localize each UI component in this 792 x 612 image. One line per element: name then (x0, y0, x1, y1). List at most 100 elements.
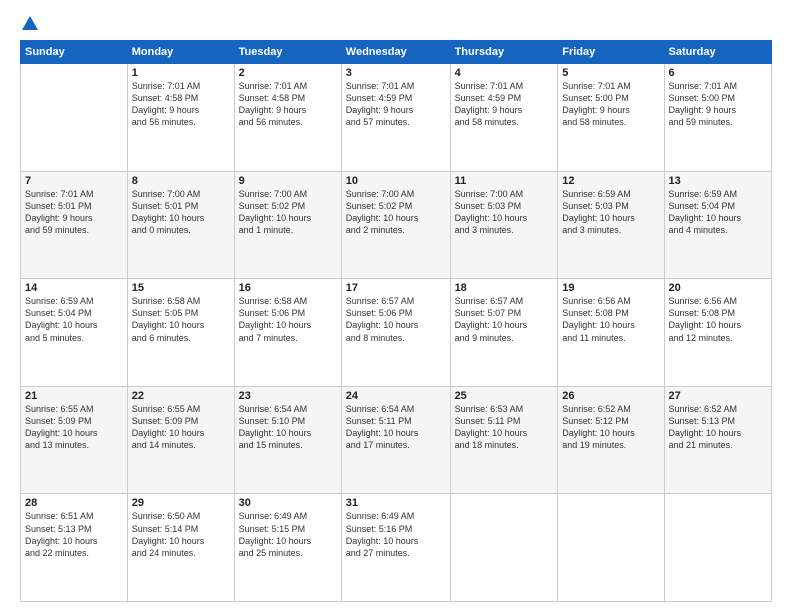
day-number: 14 (25, 282, 123, 294)
calendar-cell: 16Sunrise: 6:58 AMSunset: 5:06 PMDayligh… (234, 279, 341, 387)
calendar-cell: 4Sunrise: 7:01 AMSunset: 4:59 PMDaylight… (450, 64, 558, 172)
calendar-cell: 6Sunrise: 7:01 AMSunset: 5:00 PMDaylight… (664, 64, 771, 172)
calendar-cell: 19Sunrise: 6:56 AMSunset: 5:08 PMDayligh… (558, 279, 664, 387)
day-info: Sunrise: 6:51 AMSunset: 5:13 PMDaylight:… (25, 510, 123, 559)
calendar-cell: 27Sunrise: 6:52 AMSunset: 5:13 PMDayligh… (664, 386, 771, 494)
calendar-cell: 10Sunrise: 7:00 AMSunset: 5:02 PMDayligh… (341, 171, 450, 279)
calendar-cell: 13Sunrise: 6:59 AMSunset: 5:04 PMDayligh… (664, 171, 771, 279)
day-info: Sunrise: 6:56 AMSunset: 5:08 PMDaylight:… (562, 295, 659, 344)
day-number: 10 (346, 175, 446, 187)
day-number: 6 (669, 67, 767, 79)
calendar-cell (664, 494, 771, 602)
day-info: Sunrise: 6:59 AMSunset: 5:04 PMDaylight:… (669, 188, 767, 237)
calendar-cell: 14Sunrise: 6:59 AMSunset: 5:04 PMDayligh… (21, 279, 128, 387)
day-info: Sunrise: 6:55 AMSunset: 5:09 PMDaylight:… (132, 403, 230, 452)
calendar-cell (558, 494, 664, 602)
day-info: Sunrise: 6:49 AMSunset: 5:15 PMDaylight:… (239, 510, 337, 559)
calendar-week-row: 14Sunrise: 6:59 AMSunset: 5:04 PMDayligh… (21, 279, 772, 387)
day-number: 30 (239, 497, 337, 509)
day-number: 9 (239, 175, 337, 187)
day-info: Sunrise: 7:01 AMSunset: 5:00 PMDaylight:… (669, 80, 767, 129)
day-number: 12 (562, 175, 659, 187)
day-number: 17 (346, 282, 446, 294)
day-number: 8 (132, 175, 230, 187)
day-info: Sunrise: 7:00 AMSunset: 5:03 PMDaylight:… (455, 188, 554, 237)
day-info: Sunrise: 7:01 AMSunset: 4:58 PMDaylight:… (132, 80, 230, 129)
day-number: 7 (25, 175, 123, 187)
weekday-header-friday: Friday (558, 41, 664, 64)
day-info: Sunrise: 6:58 AMSunset: 5:05 PMDaylight:… (132, 295, 230, 344)
day-info: Sunrise: 6:57 AMSunset: 5:06 PMDaylight:… (346, 295, 446, 344)
day-info: Sunrise: 6:53 AMSunset: 5:11 PMDaylight:… (455, 403, 554, 452)
day-info: Sunrise: 6:50 AMSunset: 5:14 PMDaylight:… (132, 510, 230, 559)
calendar-cell: 17Sunrise: 6:57 AMSunset: 5:06 PMDayligh… (341, 279, 450, 387)
calendar-cell: 26Sunrise: 6:52 AMSunset: 5:12 PMDayligh… (558, 386, 664, 494)
day-number: 18 (455, 282, 554, 294)
day-info: Sunrise: 7:01 AMSunset: 5:00 PMDaylight:… (562, 80, 659, 129)
day-number: 2 (239, 67, 337, 79)
day-info: Sunrise: 7:00 AMSunset: 5:02 PMDaylight:… (346, 188, 446, 237)
calendar-cell: 24Sunrise: 6:54 AMSunset: 5:11 PMDayligh… (341, 386, 450, 494)
day-number: 25 (455, 390, 554, 402)
day-number: 28 (25, 497, 123, 509)
day-number: 27 (669, 390, 767, 402)
day-info: Sunrise: 7:00 AMSunset: 5:01 PMDaylight:… (132, 188, 230, 237)
day-number: 31 (346, 497, 446, 509)
calendar-cell: 25Sunrise: 6:53 AMSunset: 5:11 PMDayligh… (450, 386, 558, 494)
calendar-cell (21, 64, 128, 172)
calendar-cell: 15Sunrise: 6:58 AMSunset: 5:05 PMDayligh… (127, 279, 234, 387)
day-number: 13 (669, 175, 767, 187)
calendar-cell: 21Sunrise: 6:55 AMSunset: 5:09 PMDayligh… (21, 386, 128, 494)
calendar-cell: 30Sunrise: 6:49 AMSunset: 5:15 PMDayligh… (234, 494, 341, 602)
day-info: Sunrise: 6:52 AMSunset: 5:13 PMDaylight:… (669, 403, 767, 452)
day-number: 19 (562, 282, 659, 294)
day-info: Sunrise: 6:57 AMSunset: 5:07 PMDaylight:… (455, 295, 554, 344)
logo-triangle-icon (22, 16, 38, 30)
day-number: 15 (132, 282, 230, 294)
day-info: Sunrise: 7:01 AMSunset: 4:58 PMDaylight:… (239, 80, 337, 129)
weekday-header-wednesday: Wednesday (341, 41, 450, 64)
calendar-cell: 22Sunrise: 6:55 AMSunset: 5:09 PMDayligh… (127, 386, 234, 494)
calendar-week-row: 28Sunrise: 6:51 AMSunset: 5:13 PMDayligh… (21, 494, 772, 602)
calendar-cell: 28Sunrise: 6:51 AMSunset: 5:13 PMDayligh… (21, 494, 128, 602)
day-info: Sunrise: 6:59 AMSunset: 5:04 PMDaylight:… (25, 295, 123, 344)
calendar-cell: 29Sunrise: 6:50 AMSunset: 5:14 PMDayligh… (127, 494, 234, 602)
calendar-cell: 1Sunrise: 7:01 AMSunset: 4:58 PMDaylight… (127, 64, 234, 172)
calendar-cell: 8Sunrise: 7:00 AMSunset: 5:01 PMDaylight… (127, 171, 234, 279)
day-info: Sunrise: 6:58 AMSunset: 5:06 PMDaylight:… (239, 295, 337, 344)
header (20, 16, 772, 32)
day-info: Sunrise: 6:59 AMSunset: 5:03 PMDaylight:… (562, 188, 659, 237)
logo-text (20, 16, 38, 32)
day-number: 22 (132, 390, 230, 402)
day-number: 11 (455, 175, 554, 187)
day-number: 5 (562, 67, 659, 79)
calendar-cell (450, 494, 558, 602)
day-number: 16 (239, 282, 337, 294)
day-info: Sunrise: 7:00 AMSunset: 5:02 PMDaylight:… (239, 188, 337, 237)
calendar-cell: 3Sunrise: 7:01 AMSunset: 4:59 PMDaylight… (341, 64, 450, 172)
day-number: 3 (346, 67, 446, 79)
day-info: Sunrise: 7:01 AMSunset: 4:59 PMDaylight:… (346, 80, 446, 129)
day-info: Sunrise: 6:55 AMSunset: 5:09 PMDaylight:… (25, 403, 123, 452)
calendar-week-row: 1Sunrise: 7:01 AMSunset: 4:58 PMDaylight… (21, 64, 772, 172)
calendar-cell: 5Sunrise: 7:01 AMSunset: 5:00 PMDaylight… (558, 64, 664, 172)
calendar-cell: 23Sunrise: 6:54 AMSunset: 5:10 PMDayligh… (234, 386, 341, 494)
day-number: 20 (669, 282, 767, 294)
day-info: Sunrise: 7:01 AMSunset: 4:59 PMDaylight:… (455, 80, 554, 129)
page: SundayMondayTuesdayWednesdayThursdayFrid… (0, 0, 792, 612)
calendar-cell: 7Sunrise: 7:01 AMSunset: 5:01 PMDaylight… (21, 171, 128, 279)
day-number: 24 (346, 390, 446, 402)
calendar-week-row: 21Sunrise: 6:55 AMSunset: 5:09 PMDayligh… (21, 386, 772, 494)
day-info: Sunrise: 6:56 AMSunset: 5:08 PMDaylight:… (669, 295, 767, 344)
weekday-header-sunday: Sunday (21, 41, 128, 64)
day-number: 1 (132, 67, 230, 79)
day-number: 21 (25, 390, 123, 402)
weekday-header-row: SundayMondayTuesdayWednesdayThursdayFrid… (21, 41, 772, 64)
day-number: 23 (239, 390, 337, 402)
logo (20, 16, 38, 32)
weekday-header-monday: Monday (127, 41, 234, 64)
day-info: Sunrise: 6:54 AMSunset: 5:11 PMDaylight:… (346, 403, 446, 452)
day-info: Sunrise: 7:01 AMSunset: 5:01 PMDaylight:… (25, 188, 123, 237)
calendar-cell: 31Sunrise: 6:49 AMSunset: 5:16 PMDayligh… (341, 494, 450, 602)
weekday-header-thursday: Thursday (450, 41, 558, 64)
